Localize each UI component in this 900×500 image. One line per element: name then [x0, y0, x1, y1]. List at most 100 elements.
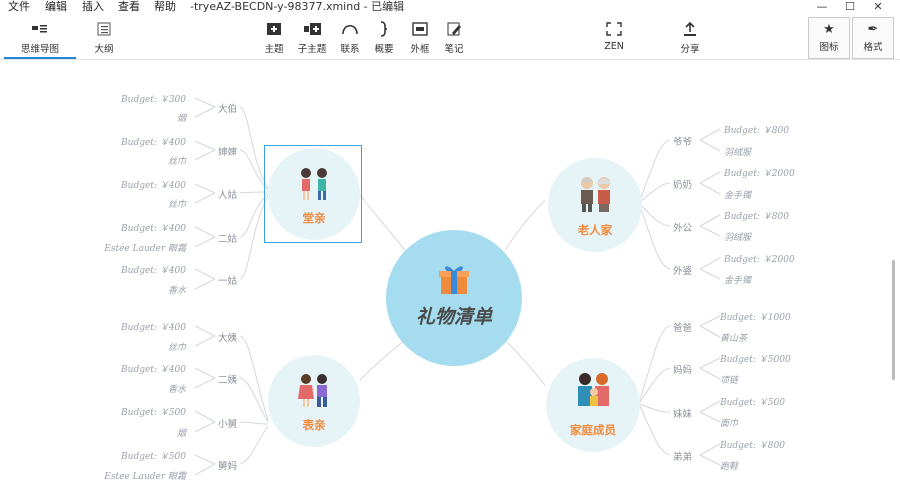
zen-button[interactable]: ZEN — [594, 20, 634, 52]
subtopic-younger-uncle[interactable]: 小舅 — [218, 416, 237, 430]
central-topic[interactable]: 礼物清单 — [386, 230, 522, 366]
menu-insert[interactable]: 插入 — [82, 0, 104, 13]
subtopic-button[interactable]: 子主题 — [292, 20, 332, 55]
gift-text[interactable]: 黄山茶 — [720, 331, 747, 344]
relationship-label: 联系 — [340, 44, 360, 55]
close-button[interactable]: ✕ — [868, 0, 888, 14]
branch-cousins-label: 表亲 — [302, 418, 326, 432]
subtopic-eldest-maternal-aunt[interactable]: 大姨 — [218, 330, 237, 344]
subtopic-uncle-wife[interactable]: 舅妈 — [218, 458, 237, 472]
topic-label: 主题 — [264, 44, 284, 55]
budget-text[interactable]: Budget: ￥2000 — [724, 252, 795, 265]
budget-text[interactable]: Budget: ￥2000 — [724, 166, 795, 179]
subtopic-first-aunt[interactable]: 一姑 — [218, 273, 237, 287]
mode-mindmap-button[interactable]: 思维导图 — [10, 20, 70, 55]
budget-text[interactable]: Budget: ￥1000 — [720, 310, 791, 323]
xmind-window: 文件 编辑 插入 查看 帮助 -tryeAZ-BECDN-y-98377.xmi… — [0, 0, 900, 500]
gift-text[interactable]: 香水 — [100, 283, 186, 296]
budget-text[interactable]: Budget: ￥800 — [724, 209, 789, 222]
note-button[interactable]: 笔记 — [434, 20, 474, 55]
subtopic-grandpa[interactable]: 爷爷 — [673, 134, 692, 148]
subtopic-maternal-grandpa[interactable]: 外公 — [673, 220, 692, 234]
note-pencil-icon — [447, 22, 461, 36]
gift-box-icon — [439, 266, 469, 294]
budget-text[interactable]: Budget: ￥400 — [100, 362, 186, 375]
subtopic-mom[interactable]: 妈妈 — [673, 362, 692, 376]
gift-text[interactable]: 丝巾 — [100, 197, 186, 210]
mindmap-icon — [32, 25, 47, 33]
menu-help[interactable]: 帮助 — [154, 0, 176, 13]
menu-file[interactable]: 文件 — [8, 0, 30, 13]
subtopic-brother[interactable]: 弟弟 — [673, 449, 692, 463]
maximize-button[interactable]: ☐ — [840, 0, 860, 14]
gift-text[interactable]: 羽绒服 — [724, 145, 751, 158]
branch-cousins[interactable]: 表亲 — [268, 355, 360, 447]
budget-text[interactable]: Budget: ￥500 — [100, 449, 186, 462]
topic-icon — [267, 23, 281, 35]
gift-text[interactable]: Estee Lauder 眼霜 — [80, 469, 186, 482]
mindmap-canvas[interactable]: 礼物清单 堂亲 老人家 表亲 家庭成员 大伯 Budget: ￥300 烟 婶婶… — [0, 60, 895, 500]
outline-icon — [97, 22, 111, 36]
menu-edit[interactable]: 编辑 — [45, 0, 67, 13]
gift-text[interactable]: 香水 — [100, 382, 186, 395]
mode-outline-button[interactable]: 大纲 — [84, 20, 124, 55]
budget-text[interactable]: Budget: ￥400 — [100, 320, 186, 333]
branch-relatives-label: 堂亲 — [302, 211, 326, 225]
budget-text[interactable]: Budget: ￥400 — [100, 263, 186, 276]
subtopic-maternal-grandma[interactable]: 外婆 — [673, 263, 692, 277]
mode-mindmap-label: 思维导图 — [20, 44, 59, 55]
budget-text[interactable]: Budget: ￥800 — [724, 123, 789, 136]
budget-text[interactable]: Budget: ￥500 — [720, 395, 785, 408]
topic-button[interactable]: 主题 — [254, 20, 294, 55]
subtopic-uncle[interactable]: 大伯 — [218, 101, 237, 115]
budget-text[interactable]: Budget: ￥400 — [100, 221, 186, 234]
zen-label: ZEN — [604, 41, 624, 52]
budget-text[interactable]: Budget: ￥400 — [100, 135, 186, 148]
summary-label: 概要 — [374, 44, 394, 55]
brush-icon: ✒ — [867, 22, 879, 37]
budget-text[interactable]: Budget: ￥500 — [100, 405, 186, 418]
gift-text[interactable]: 跑鞋 — [720, 459, 738, 472]
budget-text[interactable]: Budget: ￥400 — [100, 178, 186, 191]
gift-text[interactable]: Estée Lauder 眼霜 — [80, 241, 186, 254]
branch-elders[interactable]: 老人家 — [548, 158, 642, 252]
gift-text[interactable]: 烟 — [100, 111, 186, 124]
subtopic-second-aunt[interactable]: 二姑 — [218, 231, 237, 245]
subtopic-aunt-in-law[interactable]: 婶婶 — [218, 144, 237, 158]
gift-text[interactable]: 羽绒服 — [724, 230, 751, 243]
subtopic-eldest-aunt[interactable]: 人姑 — [218, 187, 237, 201]
budget-text[interactable]: Budget: ￥300 — [100, 92, 186, 105]
subtopic-sister[interactable]: 妹妹 — [673, 406, 692, 420]
minimize-button[interactable]: — — [812, 0, 832, 14]
share-upload-icon — [684, 21, 696, 36]
vertical-scrollbar[interactable] — [892, 260, 895, 380]
gift-text[interactable]: 烟 — [100, 426, 186, 439]
gift-text[interactable]: 项链 — [720, 373, 738, 386]
share-button[interactable]: 分享 — [670, 20, 710, 55]
note-label: 笔记 — [444, 44, 464, 55]
central-topic-label: 礼物清单 — [415, 306, 492, 328]
branch-elders-label: 老人家 — [577, 223, 613, 237]
icon-panel-button[interactable]: ★ 图标 — [808, 17, 850, 59]
title-bar: 文件 编辑 插入 查看 帮助 -tryeAZ-BECDN-y-98377.xmi… — [0, 0, 900, 14]
branch-relatives[interactable]: 堂亲 — [268, 148, 360, 240]
gift-text[interactable]: 面巾 — [720, 416, 738, 429]
active-mode-indicator — [4, 57, 76, 59]
gift-text[interactable]: 金手镯 — [724, 188, 751, 201]
gift-text[interactable]: 丝巾 — [100, 154, 186, 167]
branch-family[interactable]: 家庭成员 — [546, 358, 640, 452]
family-icon — [578, 373, 609, 406]
gift-text[interactable]: 金手镯 — [724, 273, 751, 286]
subtopic-label: 子主题 — [297, 44, 327, 55]
summary-button[interactable]: 概要 — [364, 20, 404, 55]
format-panel-label: 格式 — [863, 42, 883, 53]
menu-view[interactable]: 查看 — [118, 0, 140, 13]
subtopic-dad[interactable]: 爸爸 — [673, 320, 692, 334]
format-panel-button[interactable]: ✒ 格式 — [852, 17, 894, 59]
subtopic-second-maternal-aunt[interactable]: 二姨 — [218, 372, 237, 386]
gift-text[interactable]: 丝巾 — [100, 340, 186, 353]
budget-text[interactable]: Budget: ￥800 — [720, 438, 785, 451]
subtopic-grandma[interactable]: 奶奶 — [673, 177, 692, 191]
budget-text[interactable]: Budget: ￥5000 — [720, 352, 791, 365]
cousins-icon — [298, 374, 327, 407]
